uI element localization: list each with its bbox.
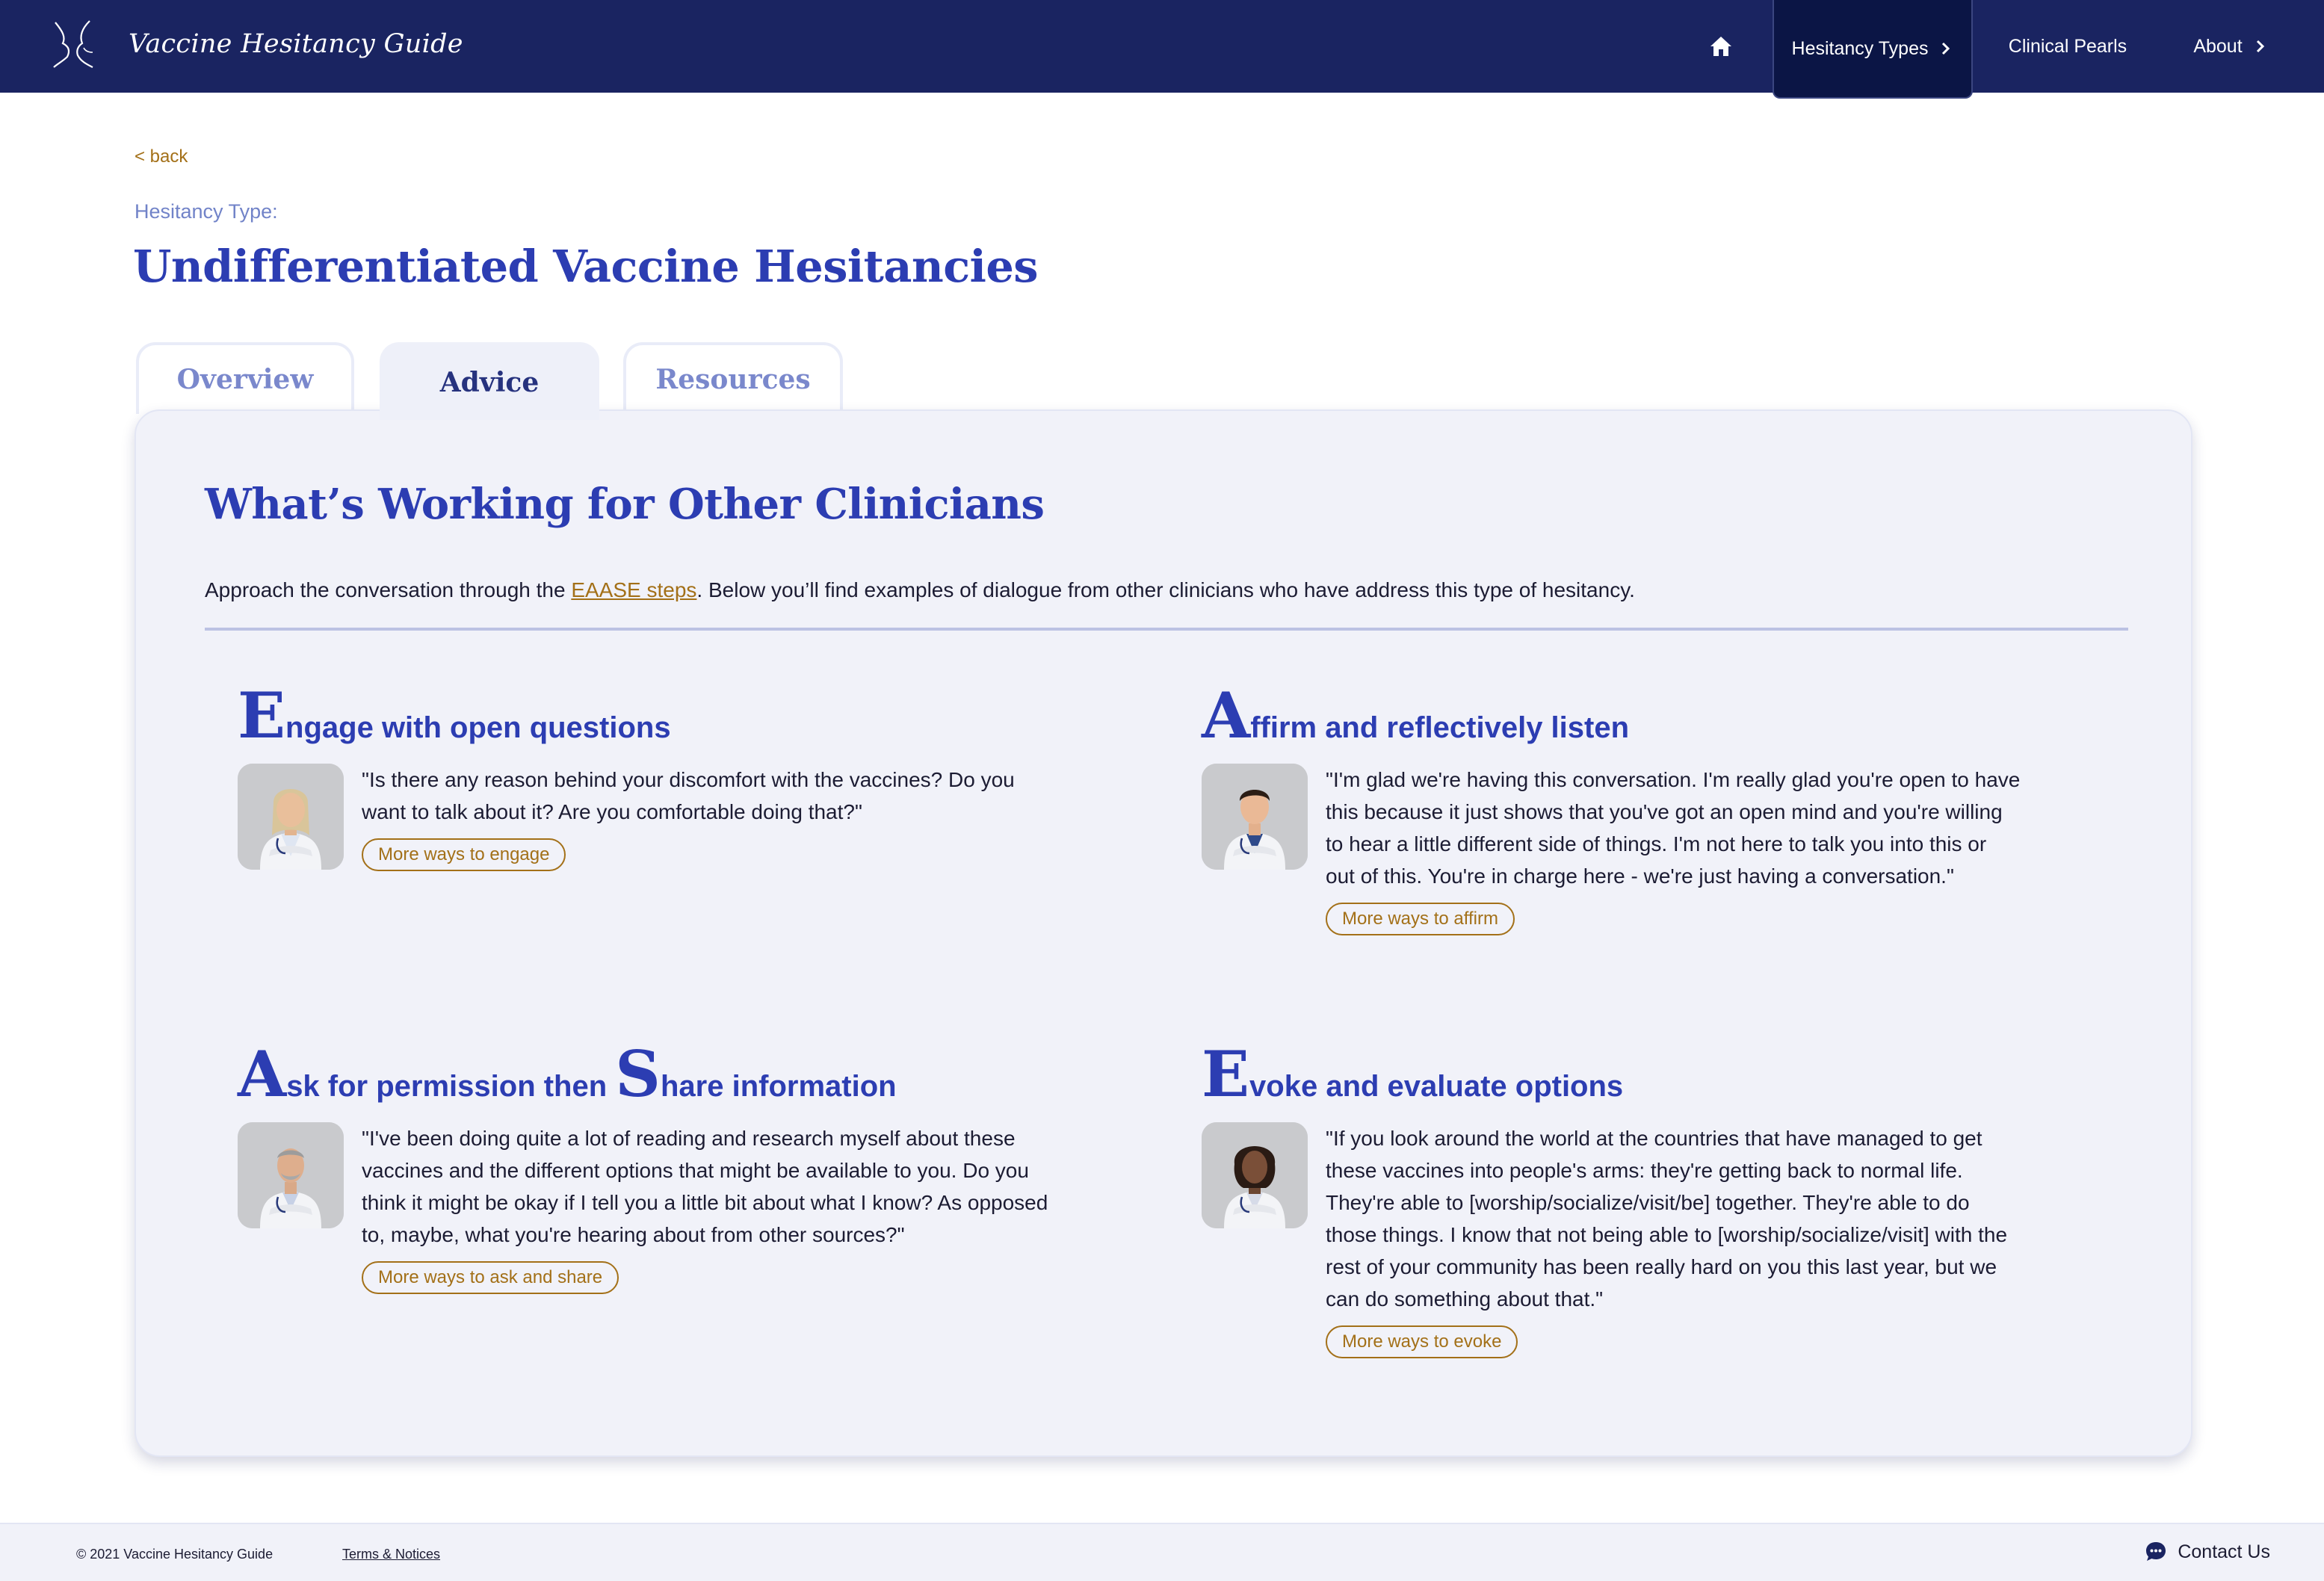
hesitancy-type-label: Hesitancy Type: xyxy=(135,200,278,223)
step-initial-second: S xyxy=(615,1037,661,1111)
step-heading: Evoke and evaluate options xyxy=(1202,1043,2046,1115)
step-affirm: Affirm and reflectively listen "I'm glad… xyxy=(1202,684,2046,935)
step-heading: Ask for permission then Share informatio… xyxy=(238,1043,1082,1115)
avatar xyxy=(238,764,344,870)
doctor-avatar-icon xyxy=(1202,764,1308,870)
tab-overview[interactable]: Overview xyxy=(136,342,354,414)
step-heading: Engage with open questions xyxy=(238,684,1082,756)
page-title: Undifferentiated Vaccine Hesitancies xyxy=(133,241,1039,292)
dialogue-quote: "I've been doing quite a lot of reading … xyxy=(362,1127,1048,1246)
dialogue-quote: "If you look around the world at the cou… xyxy=(1326,1127,2008,1311)
step-initial: A xyxy=(1202,678,1251,752)
tab-advice[interactable]: Advice xyxy=(380,342,599,420)
chevron-right-icon xyxy=(2256,40,2264,53)
step-heading-text: ffirm and reflectively listen xyxy=(1250,711,1630,744)
more-ways-to-evoke-button[interactable]: More ways to evoke xyxy=(1326,1325,1518,1358)
nav-hesitancy-types[interactable]: Hesitancy Types xyxy=(1773,0,1973,99)
terms-link[interactable]: Terms & Notices xyxy=(342,1547,440,1562)
copyright: © 2021 Vaccine Hesitancy Guide xyxy=(76,1547,273,1562)
section-title: What’s Working for Other Clinicians xyxy=(205,480,1045,529)
avatar xyxy=(1202,1122,1308,1228)
nav-about[interactable]: About xyxy=(2167,0,2294,93)
step-evoke: Evoke and evaluate options "If you look … xyxy=(1202,1043,2046,1358)
footer: © 2021 Vaccine Hesitancy Guide Terms & N… xyxy=(0,1523,2324,1581)
dialogue-quote: "Is there any reason behind your discomf… xyxy=(362,768,1015,823)
dialogue-quote: "I'm glad we're having this conversation… xyxy=(1326,768,2021,888)
back-link[interactable]: < back xyxy=(135,146,188,167)
doctor-avatar-icon xyxy=(1202,1122,1308,1228)
logo-icon xyxy=(53,20,93,68)
step-initial: E xyxy=(238,678,286,752)
advice-intro: Approach the conversation through the EA… xyxy=(205,578,1635,602)
advice-panel: What’s Working for Other Clinicians Appr… xyxy=(135,409,2192,1457)
step-heading: Affirm and reflectively listen xyxy=(1202,684,2046,756)
chat-bubble-icon xyxy=(2146,1542,2166,1561)
divider xyxy=(205,628,2128,631)
step-ask-and-share: Ask for permission then Share informatio… xyxy=(238,1043,1082,1294)
avatar xyxy=(1202,764,1308,870)
advice-intro-after: . Below you’ll find examples of dialogue… xyxy=(696,578,1635,601)
step-heading-text-second: hare information xyxy=(660,1070,897,1103)
advice-intro-before: Approach the conversation through the xyxy=(205,578,572,601)
step-engage: Engage with open questions "Is there any… xyxy=(238,684,1082,871)
step-initial: A xyxy=(238,1037,287,1111)
brand[interactable]: Vaccine Hesitancy Guide xyxy=(51,18,463,70)
step-heading-text: sk for permission then xyxy=(286,1070,608,1103)
contact-us-button[interactable]: Contact Us xyxy=(2145,1541,2270,1563)
chevron-right-icon xyxy=(1942,42,1950,55)
nav-about-label: About xyxy=(2193,35,2243,57)
nav-hesitancy-types-label: Hesitancy Types xyxy=(1791,37,1929,59)
more-ways-to-engage-button[interactable]: More ways to engage xyxy=(362,838,566,871)
eaase-steps-link[interactable]: EAASE steps xyxy=(571,578,696,601)
doctor-avatar-icon xyxy=(238,764,344,870)
avatar xyxy=(238,1122,344,1228)
contact-us-label: Contact Us xyxy=(2178,1541,2270,1562)
more-ways-to-affirm-button[interactable]: More ways to affirm xyxy=(1326,903,1515,935)
step-heading-text: voke and evaluate options xyxy=(1249,1070,1624,1103)
home-icon xyxy=(1710,37,1731,56)
home-button[interactable] xyxy=(1696,27,1746,66)
step-initial: E xyxy=(1202,1037,1250,1111)
brand-title: Vaccine Hesitancy Guide xyxy=(129,29,463,59)
top-navigation-bar: Vaccine Hesitancy Guide Hesitancy Types … xyxy=(0,0,2324,99)
nav-clinical-pearls-label: Clinical Pearls xyxy=(2008,35,2127,57)
nav-clinical-pearls[interactable]: Clinical Pearls xyxy=(1988,0,2148,93)
more-ways-to-ask-and-share-button[interactable]: More ways to ask and share xyxy=(362,1261,619,1294)
tab-resources[interactable]: Resources xyxy=(623,342,843,414)
doctor-avatar-icon xyxy=(238,1122,344,1228)
step-heading-text: ngage with open questions xyxy=(285,711,671,744)
